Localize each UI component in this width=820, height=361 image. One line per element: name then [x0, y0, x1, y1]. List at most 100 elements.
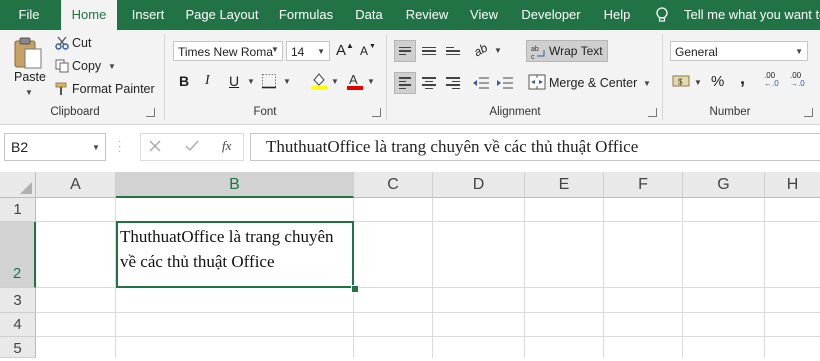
fill-color-dropdown-icon[interactable]: ▼ — [331, 77, 339, 86]
font-color-dropdown-icon[interactable]: ▼ — [367, 77, 375, 86]
gridline — [36, 336, 820, 337]
shrink-font-arrow-icon: ▼ — [369, 43, 376, 50]
number-format-value: General — [675, 45, 718, 59]
column-header-b[interactable]: B — [116, 172, 354, 198]
lightbulb-icon[interactable] — [655, 7, 669, 23]
group-divider — [164, 34, 165, 120]
number-format-select[interactable]: General ▼ — [670, 41, 808, 61]
grow-font-button[interactable]: A — [336, 42, 346, 59]
cell-b2-text: ThuthuatOffice là trang chuyên về các th… — [120, 224, 354, 274]
increase-decimal-button[interactable]: .00 ←.0 — [764, 72, 782, 90]
name-box-dropdown-icon[interactable]: ▼ — [92, 143, 100, 152]
copy-button[interactable]: Copy — [72, 59, 101, 73]
middle-align-button[interactable] — [418, 40, 440, 62]
font-size-dropdown-icon[interactable]: ▼ — [317, 42, 325, 62]
wrap-text-label: Wrap Text — [549, 44, 603, 58]
italic-button[interactable]: I — [205, 73, 210, 89]
copy-dropdown-icon[interactable]: ▼ — [108, 62, 116, 71]
column-header-e[interactable]: E — [525, 172, 604, 198]
select-all-button[interactable] — [0, 172, 36, 198]
paste-icon[interactable] — [12, 36, 44, 70]
insert-function-button[interactable]: fx — [222, 138, 231, 154]
font-size-select[interactable]: 14 ▼ — [286, 41, 330, 61]
number-launcher-icon[interactable] — [804, 108, 813, 117]
column-header-f[interactable]: F — [604, 172, 683, 198]
svg-text:ab: ab — [531, 46, 539, 53]
decrease-decimal-arrow-icon: →.0 — [790, 79, 805, 88]
cell-b2-line-2: về các thủ thuật Office — [120, 252, 275, 271]
fill-handle[interactable] — [351, 285, 359, 293]
formula-bar-resize-icon[interactable]: · · · — [118, 137, 121, 157]
format-painter-button[interactable]: Format Painter — [72, 82, 155, 96]
decrease-decimal-button[interactable]: .00 →.0 — [790, 72, 812, 90]
column-header-g[interactable]: G — [683, 172, 765, 198]
column-header-d[interactable]: D — [433, 172, 525, 198]
font-launcher-icon[interactable] — [372, 108, 381, 117]
merge-center-icon[interactable] — [528, 73, 546, 91]
alignment-launcher-icon[interactable] — [648, 108, 657, 117]
gridline — [524, 198, 525, 358]
font-size-value: 14 — [291, 45, 305, 59]
gridline — [36, 312, 820, 313]
shrink-font-button[interactable]: A — [360, 44, 368, 58]
scissors-icon[interactable] — [55, 36, 69, 50]
row-header-3[interactable]: 3 — [0, 288, 36, 313]
font-color-icon[interactable]: A — [346, 71, 364, 91]
alignment-group-label: Alignment — [489, 106, 541, 118]
row-header-5[interactable]: 5 — [0, 337, 36, 358]
underline-dropdown-icon[interactable]: ▼ — [247, 77, 255, 86]
currency-icon[interactable]: $ — [672, 72, 690, 92]
format-painter-icon[interactable] — [55, 82, 69, 96]
tab-developer[interactable]: Developer — [518, 0, 584, 30]
wrap-text-button[interactable]: ab c Wrap Text — [526, 40, 608, 62]
underline-button[interactable]: U — [229, 73, 239, 89]
paste-dropdown-icon[interactable]: ▼ — [25, 88, 33, 97]
merge-center-button[interactable]: Merge & Center — [549, 76, 637, 90]
tab-formulas[interactable]: Formulas — [273, 0, 339, 30]
column-header-c[interactable]: C — [354, 172, 433, 198]
number-group-label: Number — [709, 106, 751, 118]
comma-button[interactable]: , — [740, 68, 745, 89]
number-format-dropdown-icon[interactable]: ▼ — [795, 42, 803, 62]
bold-button[interactable]: B — [179, 73, 189, 89]
bottom-align-button[interactable] — [442, 40, 464, 62]
tell-me-search[interactable]: Tell me what you want to — [684, 0, 820, 30]
tab-view[interactable]: View — [462, 0, 506, 30]
row-header-4[interactable]: 4 — [0, 313, 36, 337]
tab-file[interactable]: File — [0, 0, 58, 30]
borders-dropdown-icon[interactable]: ▼ — [283, 77, 291, 86]
cancel-icon[interactable] — [149, 140, 161, 152]
formula-input[interactable]: ThuthuatOffice là trang chuyên về các th… — [250, 133, 820, 161]
align-center-button[interactable] — [418, 72, 440, 94]
borders-icon[interactable] — [261, 73, 277, 89]
paste-button[interactable]: Paste — [14, 70, 46, 84]
currency-dropdown-icon[interactable]: ▼ — [694, 78, 702, 87]
copy-icon[interactable] — [55, 59, 69, 73]
increase-indent-icon[interactable] — [496, 74, 514, 92]
column-header-h[interactable]: H — [765, 172, 820, 198]
merge-center-dropdown-icon[interactable]: ▼ — [643, 79, 651, 88]
row-header-1[interactable]: 1 — [0, 198, 36, 222]
percent-button[interactable]: % — [711, 73, 724, 90]
top-align-button[interactable] — [394, 40, 416, 62]
tab-review[interactable]: Review — [400, 0, 454, 30]
clipboard-launcher-icon[interactable] — [146, 108, 155, 117]
tab-insert[interactable]: Insert — [124, 0, 172, 30]
decrease-indent-icon[interactable] — [472, 74, 490, 92]
font-name-dropdown-icon[interactable]: ▼ — [271, 45, 279, 54]
row-header-2[interactable]: 2 — [0, 222, 36, 288]
tab-help[interactable]: Help — [596, 0, 638, 30]
tab-data[interactable]: Data — [348, 0, 390, 30]
align-left-button[interactable] — [394, 72, 416, 94]
font-name-select[interactable]: Times New Roma — [173, 41, 283, 61]
tab-home[interactable]: Home — [61, 0, 117, 30]
tab-page-layout[interactable]: Page Layout — [178, 0, 266, 30]
align-right-button[interactable] — [442, 72, 464, 94]
cut-button[interactable]: Cut — [72, 36, 91, 50]
name-box[interactable]: B2 — [4, 133, 106, 161]
column-header-a[interactable]: A — [36, 172, 116, 198]
orientation-dropdown-icon[interactable]: ▼ — [494, 46, 502, 55]
enter-icon[interactable] — [185, 140, 199, 152]
gridline — [603, 198, 604, 358]
fill-color-icon[interactable] — [310, 71, 328, 91]
